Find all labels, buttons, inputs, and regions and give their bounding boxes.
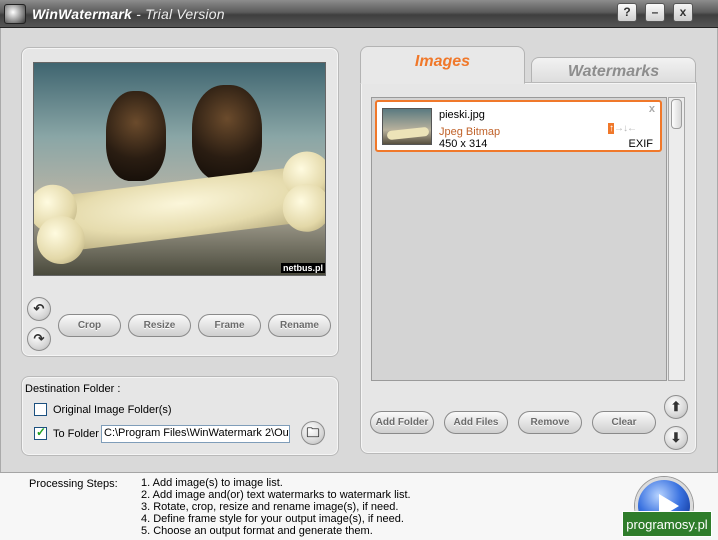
add-files-button[interactable]: Add Files — [444, 411, 508, 434]
add-folder-button[interactable]: Add Folder — [370, 411, 434, 434]
app-icon — [4, 4, 26, 24]
original-folder-label: Original Image Folder(s) — [53, 404, 172, 416]
step-item: 4. Define frame style for your output im… — [141, 513, 404, 525]
frame-button[interactable]: Frame — [198, 314, 261, 337]
browse-folder-icon[interactable]: 🗀 — [301, 421, 325, 445]
tab-images[interactable]: Images — [360, 46, 525, 84]
puppy-right — [192, 85, 262, 181]
item-order-arrows[interactable]: ↑→↓← — [608, 123, 637, 134]
move-up-icon[interactable]: ⬆ — [664, 395, 688, 419]
image-preview: netbus.pl — [33, 62, 326, 276]
scrollbar-thumb[interactable] — [671, 99, 682, 129]
site-badge: programosy.pl — [622, 511, 712, 537]
step-item: 2. Add image and(or) text watermarks to … — [141, 489, 411, 501]
resize-button[interactable]: Resize — [128, 314, 191, 337]
image-watermark-text: netbus.pl — [281, 263, 325, 273]
title-bar: WinWatermark - Trial Version ? – x — [0, 0, 718, 28]
output-path-field[interactable]: C:\Program Files\WinWatermark 2\Out — [101, 425, 290, 443]
crop-button[interactable]: Crop — [58, 314, 121, 337]
item-remove-icon[interactable]: x — [649, 103, 655, 115]
help-button[interactable]: ? — [617, 3, 637, 22]
image-thumbnail — [382, 108, 432, 145]
clear-button[interactable]: Clear — [592, 411, 656, 434]
step-item: 5. Choose an output format and generate … — [141, 525, 373, 537]
step-item: 1. Add image(s) to image list. — [141, 477, 283, 489]
image-list-scrollbar[interactable] — [668, 97, 685, 381]
move-down-icon[interactable]: ⬇ — [664, 426, 688, 450]
step-item: 3. Rotate, crop, resize and rename image… — [141, 501, 399, 513]
processing-steps-label: Processing Steps: — [29, 478, 118, 490]
to-folder-label: To Folder — [53, 428, 99, 440]
item-dimensions: 450 x 314 — [439, 138, 488, 150]
minimize-button[interactable]: – — [645, 3, 665, 22]
window-title: WinWatermark - Trial Version — [32, 6, 225, 22]
close-button[interactable]: x — [673, 3, 693, 22]
to-folder-checkbox[interactable] — [34, 425, 47, 440]
title-subtitle: - Trial Version — [136, 6, 225, 22]
item-type: Jpeg Bitmap — [439, 126, 501, 138]
rename-button[interactable]: Rename — [268, 314, 331, 337]
destination-label: Destination Folder : — [25, 383, 121, 395]
rotate-right-icon[interactable]: ↷ — [27, 327, 51, 351]
item-exif[interactable]: EXIF — [629, 138, 653, 150]
rotate-left-icon[interactable]: ↶ — [27, 297, 51, 321]
original-folder-checkbox[interactable] — [34, 403, 47, 416]
item-filename: pieski.jpg — [439, 109, 485, 121]
processing-steps-list: 1. Add image(s) to image list. 2. Add im… — [141, 477, 411, 537]
puppy-left — [106, 91, 166, 181]
processing-steps-bar: Processing Steps: 1. Add image(s) to ima… — [0, 472, 718, 540]
list-item[interactable]: pieski.jpg Jpeg Bitmap 450 x 314 EXIF x … — [375, 100, 662, 152]
remove-button[interactable]: Remove — [518, 411, 582, 434]
app-name: WinWatermark — [32, 6, 133, 22]
